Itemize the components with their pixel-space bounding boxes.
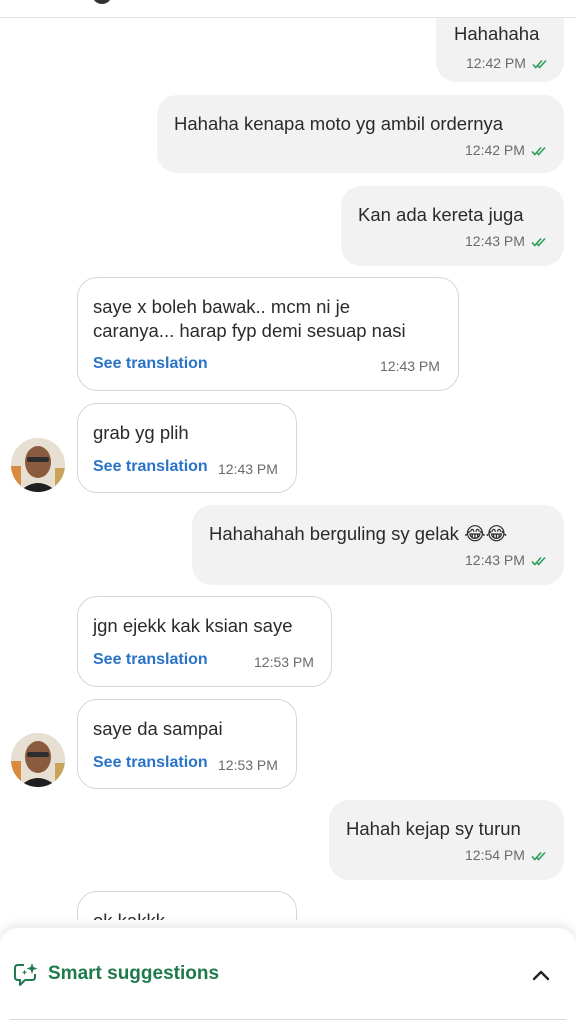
message-text-line: caranya... harap fyp demi sesuap nasi (93, 320, 406, 341)
message-text: jgn ejekk kak ksian saye (93, 615, 293, 636)
message-time: 12:42 PM (465, 142, 525, 158)
contact-avatar[interactable] (11, 438, 65, 492)
message-list[interactable]: Hahahaha 12:42 PM Hahaha kenapa moto yg … (0, 18, 576, 920)
message-text: Kan ada kereta juga (358, 204, 524, 225)
read-ticks-icon (531, 556, 547, 566)
read-ticks-icon (531, 851, 547, 861)
message-text: Hahahahah berguling sy gelak 😂😂 (209, 523, 508, 544)
header-icon-fragment (92, 0, 112, 4)
message-time: 12:43 PM (465, 233, 525, 249)
top-bar (0, 0, 576, 18)
outgoing-message[interactable]: Kan ada kereta juga 12:43 PM (341, 186, 564, 266)
panel-divider (10, 1019, 566, 1020)
read-ticks-icon (531, 237, 547, 247)
message-text: Hahahaha (454, 23, 540, 44)
read-ticks-icon (531, 146, 547, 156)
outgoing-message[interactable]: Hahaha kenapa moto yg ambil ordernya 12:… (157, 95, 564, 173)
message-text: saye da sampai (93, 718, 223, 739)
sparkle-chat-icon (12, 961, 40, 989)
smart-suggestions-panel[interactable]: Smart suggestions (0, 928, 576, 1024)
incoming-message[interactable]: ok kakkk (77, 891, 297, 920)
message-text-line: saye x boleh bawak.. mcm ni je (93, 296, 351, 317)
outgoing-message[interactable]: Hahah kejap sy turun 12:54 PM (329, 800, 564, 880)
smart-suggestions-label[interactable]: Smart suggestions (48, 963, 219, 985)
message-text: ok kakkk (93, 908, 165, 920)
message-time: 12:43 PM (465, 552, 525, 568)
see-translation-link[interactable]: See translation (93, 458, 208, 476)
outgoing-message[interactable]: Hahahaha 12:42 PM (436, 18, 564, 82)
incoming-message[interactable]: jgn ejekk kak ksian saye See translation… (77, 596, 332, 687)
message-time: 12:42 PM (466, 55, 526, 71)
see-translation-link[interactable]: See translation (93, 754, 208, 772)
message-text: Hahaha kenapa moto yg ambil ordernya (174, 113, 504, 134)
chevron-up-icon[interactable] (530, 964, 552, 986)
incoming-message[interactable]: saye x boleh bawak.. mcm ni je caranya..… (77, 277, 459, 391)
message-time: 12:53 PM (254, 654, 314, 670)
message-time: 12:54 PM (465, 847, 525, 863)
see-translation-link[interactable]: See translation (93, 355, 208, 373)
see-translation-link[interactable]: See translation (93, 651, 208, 669)
incoming-message[interactable]: grab yg plih See translation 12:43 PM (77, 403, 297, 493)
message-time: 12:53 PM (218, 757, 278, 773)
message-time: 12:43 PM (380, 358, 440, 374)
message-time: 12:43 PM (218, 461, 278, 477)
message-text: grab yg plih (93, 422, 189, 443)
read-ticks-icon (532, 59, 548, 69)
outgoing-message[interactable]: Hahahahah berguling sy gelak 😂😂 12:43 PM (192, 505, 564, 585)
incoming-message[interactable]: saye da sampai See translation 12:53 PM (77, 699, 297, 789)
message-text: Hahah kejap sy turun (346, 818, 521, 839)
contact-avatar[interactable] (11, 733, 65, 787)
